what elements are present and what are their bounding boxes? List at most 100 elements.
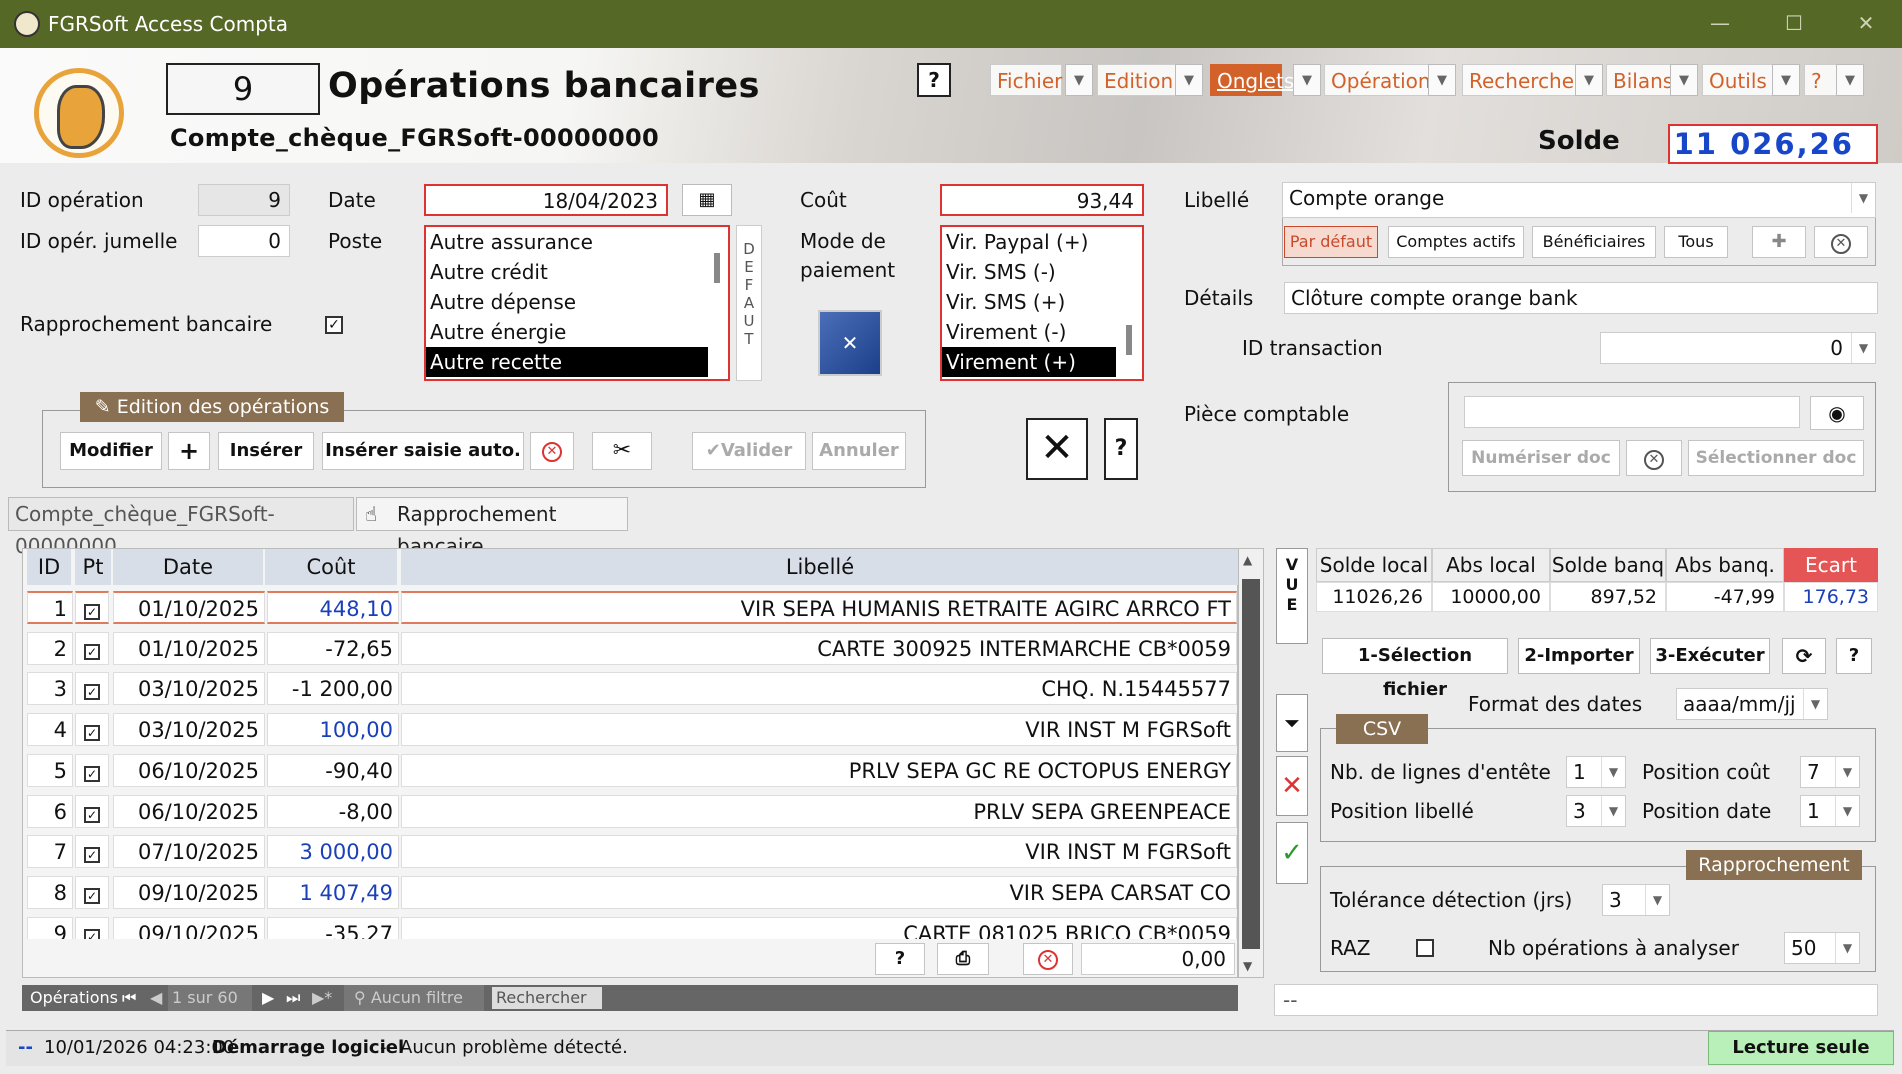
table-row[interactable]: 8 ✓ 09/10/2025 1 407,49 VIR SEPA CARSAT …	[23, 872, 1239, 913]
list-item[interactable]: Vir. Paypal (+)	[942, 227, 1116, 257]
prev-record-icon[interactable]: ◀	[150, 985, 162, 1011]
tab-compte[interactable]: Compte_chèque_FGRSoft-00000000	[8, 497, 354, 558]
maximize-icon[interactable]: ☐	[1774, 8, 1814, 38]
filter-comptes-actifs[interactable]: Comptes actifs	[1388, 226, 1524, 258]
table-row[interactable]: 4 ✓ 03/10/2025 100,00 VIR INST M FGRSoft	[23, 709, 1239, 750]
pointed-checkbox[interactable]: ✓	[75, 916, 109, 939]
cut-icon[interactable]: ✂	[592, 432, 652, 470]
column-header-date[interactable]: Date	[113, 549, 263, 585]
grid-scrollbar[interactable]: ▲ ▼	[1238, 548, 1264, 978]
defaut-button[interactable]: D E F A U T	[736, 225, 762, 381]
tolerance-dropdown[interactable]: 3 ▼	[1602, 884, 1670, 916]
scroll-down-icon[interactable]: ▼	[1243, 959, 1252, 973]
filter-beneficiaires[interactable]: Bénéficiaires	[1532, 226, 1656, 258]
chevron-down-icon[interactable]: ▼	[1772, 64, 1800, 96]
inserer-button[interactable]: Insérer	[218, 432, 314, 470]
date-field[interactable]: 18/04/2023	[424, 184, 668, 216]
select-file-button[interactable]: 1-Sélection fichier	[1322, 638, 1508, 700]
format-dates-dropdown[interactable]: aaaa/mm/jj ▼	[1676, 688, 1828, 720]
annuler-button[interactable]: Annuler	[812, 432, 906, 470]
scrollbar-thumb[interactable]	[714, 253, 720, 283]
close-window-icon[interactable]: ✕	[1846, 8, 1886, 38]
chevron-down-icon[interactable]: ▼	[1835, 757, 1859, 787]
vue-button[interactable]: V U E	[1276, 548, 1308, 644]
chevron-down-icon[interactable]: ▼	[1803, 689, 1827, 719]
clear-libelle-button[interactable]: ✕	[1814, 226, 1868, 258]
pointed-checkbox[interactable]: ✓	[75, 794, 109, 828]
first-record-icon[interactable]: ⏮	[122, 985, 136, 1011]
list-item[interactable]: Vir. SMS (-)	[942, 257, 1116, 287]
pos-date-dropdown[interactable]: 1 ▼	[1800, 795, 1860, 827]
list-item[interactable]: Autre énergie	[426, 317, 708, 347]
refresh-icon[interactable]: ⟳	[1782, 638, 1826, 674]
list-item[interactable]: Autre crédit	[426, 257, 708, 287]
calendar-icon[interactable]: ▦	[682, 184, 732, 216]
menu-operation[interactable]: Opération	[1324, 64, 1438, 96]
scroll-up-icon[interactable]: ▲	[1243, 553, 1252, 567]
pointed-checkbox[interactable]: ✓	[75, 591, 109, 624]
raz-checkbox[interactable]	[1416, 939, 1434, 957]
record-position[interactable]: 1 sur 60	[168, 985, 252, 1011]
list-item-selected[interactable]: Virement (+)	[942, 347, 1116, 377]
filter-par-defaut[interactable]: Par défaut	[1284, 226, 1378, 258]
form-help-button[interactable]: ?	[1104, 418, 1138, 480]
inserer-auto-button[interactable]: Insérer saisie auto.	[322, 432, 524, 470]
delete-button[interactable]: ✕	[530, 432, 574, 470]
column-header-id[interactable]: ID	[27, 549, 71, 585]
list-item-selected[interactable]: Autre recette	[426, 347, 708, 377]
chevron-down-icon[interactable]: ▼	[1601, 796, 1625, 826]
pointed-checkbox[interactable]: ✓	[75, 835, 109, 869]
menu-fichier[interactable]: Fichier	[990, 64, 1062, 96]
table-row[interactable]: 3 ✓ 03/10/2025 -1 200,00 CHQ. N.15445577	[23, 668, 1239, 709]
minimize-icon[interactable]: —	[1700, 8, 1740, 38]
print-icon[interactable]: ⎙	[937, 943, 989, 975]
pointed-checkbox[interactable]: ✓	[75, 875, 109, 909]
pos-libelle-dropdown[interactable]: 3 ▼	[1566, 795, 1626, 827]
chevron-down-icon[interactable]: ▼	[1428, 64, 1456, 96]
column-header-cout[interactable]: Coût	[265, 549, 397, 585]
column-header-pt[interactable]: Pt	[75, 549, 111, 585]
mode-paiement-listbox[interactable]: Vir. Paypal (+) Vir. SMS (-) Vir. SMS (+…	[940, 225, 1144, 381]
menu-rechercher[interactable]: Rechercher	[1462, 64, 1588, 96]
scrollbar-thumb[interactable]	[1242, 579, 1260, 949]
filter-tous[interactable]: Tous	[1664, 226, 1728, 258]
help-button[interactable]: ?	[917, 63, 951, 97]
chevron-down-icon[interactable]: ▼	[1851, 183, 1875, 213]
add-button[interactable]: +	[168, 432, 210, 470]
import-button[interactable]: 2-Importer	[1518, 638, 1640, 674]
scrollbar-thumb[interactable]	[1126, 325, 1132, 355]
libelle-dropdown[interactable]: Compte orange ▼	[1282, 182, 1876, 218]
filter-indicator[interactable]: ⚲ Aucun filtre	[344, 985, 484, 1011]
pos-cout-dropdown[interactable]: 7 ▼	[1800, 756, 1860, 788]
new-record-icon[interactable]: ▶*	[312, 985, 332, 1011]
rappro-help-button[interactable]: ?	[1836, 638, 1872, 674]
chevron-down-icon[interactable]: ▼	[1175, 64, 1203, 96]
id-operation-field[interactable]: 9	[198, 184, 290, 216]
accept-icon[interactable]: ✓	[1276, 822, 1308, 884]
chevron-down-icon[interactable]: ▼	[1836, 64, 1864, 96]
chevron-down-icon[interactable]: ▼	[1575, 64, 1603, 96]
cout-field[interactable]: 93,44	[940, 184, 1144, 216]
list-item[interactable]: Autre assurance	[426, 227, 708, 257]
modifier-button[interactable]: Modifier	[60, 432, 162, 470]
column-header-libelle[interactable]: Libellé	[401, 549, 1239, 585]
table-row[interactable]: 6 ✓ 06/10/2025 -8,00 PRLV SEPA GREENPEAC…	[23, 791, 1239, 832]
pointed-checkbox[interactable]: ✓	[75, 631, 109, 665]
next-record-icon[interactable]: ▶	[262, 985, 274, 1011]
chevron-down-icon[interactable]: ▼	[1835, 796, 1859, 826]
table-row[interactable]: 1 ✓ 01/10/2025 448,10 VIR SEPA HUMANIS R…	[23, 587, 1239, 628]
menu-outils[interactable]: Outils	[1702, 64, 1782, 96]
chevron-down-icon[interactable]: ▼	[1065, 64, 1093, 96]
clear-piece-button[interactable]: ✕	[1626, 440, 1682, 476]
list-item[interactable]: Virement (-)	[942, 317, 1116, 347]
chevron-down-icon[interactable]: ▼	[1851, 333, 1875, 363]
pointed-checkbox[interactable]: ✓	[75, 753, 109, 787]
clear-total-button[interactable]: ✕	[1023, 943, 1073, 975]
last-record-icon[interactable]: ⏭	[286, 985, 300, 1011]
menu-edition[interactable]: Edition	[1097, 64, 1185, 96]
chevron-down-icon[interactable]: ▼	[1601, 757, 1625, 787]
rapprochement-checkbox[interactable]: ✓	[325, 316, 343, 334]
table-row[interactable]: 9 ✓ 09/10/2025 -35,27 CARTE 081025 BRICO…	[23, 913, 1239, 939]
valider-button[interactable]: ✔Valider	[692, 432, 806, 470]
chevron-down-icon[interactable]: ▼	[1670, 64, 1698, 96]
